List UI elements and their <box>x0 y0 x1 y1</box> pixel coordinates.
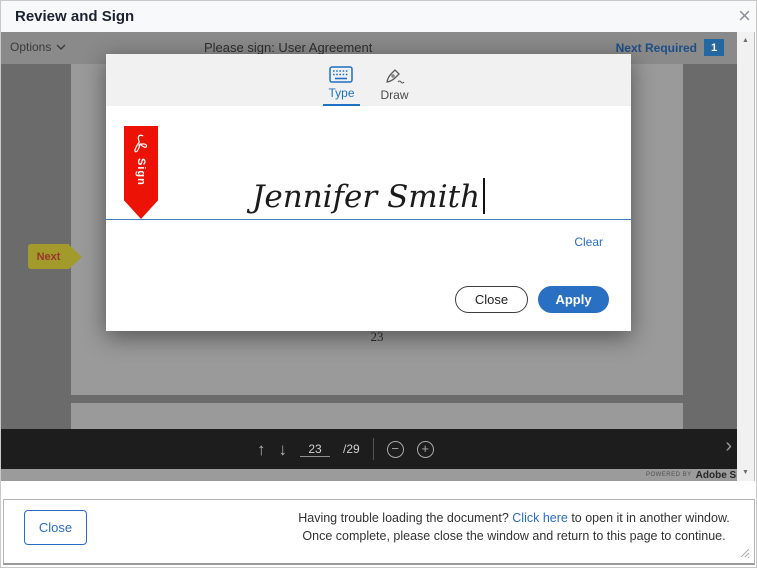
pdf-controls: ↑ ↓ /29 − + <box>257 429 434 469</box>
next-field-tag[interactable]: Next <box>28 244 82 269</box>
signature-baseline <box>106 219 631 220</box>
clear-signature-link[interactable]: Clear <box>574 235 603 249</box>
scrollbar-up-icon[interactable]: ▲ <box>737 37 754 44</box>
scrollbar-down-icon[interactable]: ▼ <box>737 469 754 476</box>
chevron-down-icon <box>56 44 66 50</box>
page-number-label: 23 <box>71 329 683 345</box>
zoom-in-button[interactable]: + <box>417 441 434 458</box>
next-tag-arrow-icon <box>69 245 82 269</box>
review-and-sign-dialog: Review and Sign × Options Please sign: U… <box>0 0 757 568</box>
keyboard-icon <box>329 66 353 83</box>
next-required-button[interactable]: Next Required 1 <box>616 39 724 56</box>
page-total-label: /29 <box>343 442 360 456</box>
tab-draw-label: Draw <box>381 88 409 102</box>
next-page-button[interactable]: ↓ <box>279 441 288 458</box>
dialog-title: Review and Sign <box>15 8 134 25</box>
options-menu-button[interactable]: Options <box>10 40 66 54</box>
powered-by-strip: POWERED BY Adobe Si <box>1 469 737 481</box>
pen-icon <box>384 68 406 85</box>
powered-by-label: POWERED BY <box>646 472 692 478</box>
next-tag-label: Next <box>28 244 69 269</box>
dialog-close-icon[interactable]: × <box>738 3 751 29</box>
toolbar-divider <box>373 438 374 460</box>
host-page-footer: Close Having trouble loading the documen… <box>1 481 757 568</box>
click-here-link[interactable]: Click here <box>512 511 568 525</box>
toolbar-expand-chevron-icon[interactable]: › <box>725 435 732 458</box>
signature-value: Jennifer Smith <box>252 179 480 215</box>
trouble-loading-text: Having trouble loading the document? Cli… <box>284 509 744 545</box>
zoom-out-button[interactable]: − <box>387 441 404 458</box>
pdf-navigation-toolbar: ↑ ↓ /29 − + › <box>1 429 737 469</box>
next-required-label: Next Required <box>616 41 697 55</box>
previous-page-button[interactable]: ↑ <box>257 441 266 458</box>
close-window-button[interactable]: Close <box>24 510 87 545</box>
document-title: Please sign: User Agreement <box>204 40 372 55</box>
vertical-scrollbar[interactable]: ▲ ▼ <box>737 32 754 481</box>
next-required-count-badge: 1 <box>704 39 724 56</box>
adobe-logo-icon <box>130 133 152 155</box>
once-complete-text: Once complete, please close the window a… <box>302 529 725 543</box>
resize-grip-icon[interactable] <box>739 547 750 558</box>
frame-right-border <box>754 32 755 481</box>
signature-modal: Type Draw <box>106 54 631 331</box>
page-number-input[interactable] <box>300 442 330 457</box>
apply-signature-button[interactable]: Apply <box>538 286 609 313</box>
signature-input[interactable]: Jennifer Smith <box>106 178 631 215</box>
footer-panel: Close Having trouble loading the documen… <box>3 499 755 565</box>
signature-area: Sign Jennifer Smith Clear Close Apply <box>106 106 631 331</box>
adobe-sign-logo: Adobe Si <box>696 470 737 481</box>
tab-type-label: Type <box>328 86 354 100</box>
trouble-text-pre: Having trouble loading the document? <box>298 511 512 525</box>
modal-close-button[interactable]: Close <box>455 286 528 313</box>
tab-type[interactable]: Type <box>323 66 359 106</box>
signature-tab-bar: Type Draw <box>106 54 631 106</box>
document-page-24-partial <box>71 403 683 429</box>
dialog-titlebar: Review and Sign × <box>1 1 757 32</box>
options-label: Options <box>10 40 51 54</box>
trouble-text-post: to open it in another window. <box>568 511 730 525</box>
text-caret <box>483 178 485 214</box>
tab-draw[interactable]: Draw <box>376 68 414 106</box>
